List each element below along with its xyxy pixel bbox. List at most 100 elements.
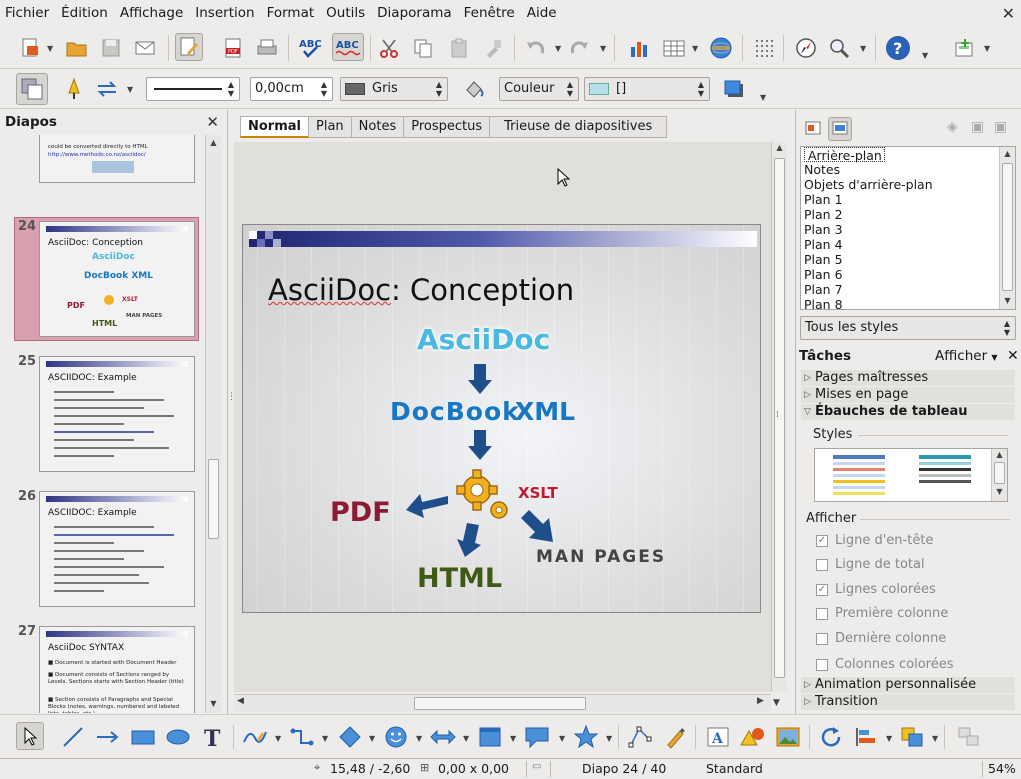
style-item[interactable]: Notes: [801, 162, 1015, 177]
tasks-view-menu[interactable]: Afficher ▼: [935, 348, 998, 364]
basic-shapes-icon[interactable]: [336, 723, 364, 751]
checkbox-checked[interactable]: ✓: [816, 534, 828, 547]
table-icon[interactable]: [660, 34, 688, 62]
scrollbar-thumb[interactable]: [1002, 163, 1013, 291]
curve-tool-icon[interactable]: [241, 723, 269, 751]
line-width-field[interactable]: 0,00cm ▲ ▼: [250, 77, 333, 101]
symbol-dropdown-icon[interactable]: ▼: [416, 734, 422, 743]
slide-thumbnail-partial[interactable]: could be converted directly to HTML http…: [39, 135, 195, 183]
autospellcheck-icon[interactable]: ABC: [332, 33, 364, 61]
section-table-design[interactable]: ▽ Ébauches de tableau: [801, 404, 1015, 420]
new-slide-icon[interactable]: [950, 34, 978, 62]
cut-icon[interactable]: [375, 34, 403, 62]
table-styles-scrollbar[interactable]: ▲ ▼: [991, 449, 1007, 501]
close-icon[interactable]: ✕: [206, 113, 219, 131]
scroll-down-icon[interactable]: ▼: [773, 698, 780, 708]
checkbox-unchecked[interactable]: [816, 607, 828, 620]
paste-icon[interactable]: [445, 34, 473, 62]
section-custom-animation[interactable]: ▷ Animation personnalisée: [801, 677, 1015, 693]
arrange-dropdown-icon[interactable]: ▼: [932, 734, 938, 743]
line-color-select[interactable]: Gris ▲ ▼: [340, 77, 448, 101]
checkbox-header-row[interactable]: ✓ Ligne d'en-tête: [816, 533, 933, 548]
checkbox-first-column[interactable]: Première colonne: [816, 606, 948, 621]
scroll-up-icon[interactable]: ▲: [994, 450, 1005, 459]
style-item[interactable]: Plan 7: [801, 282, 1015, 297]
insert-image-icon[interactable]: [774, 723, 802, 751]
line-arrow-warning-icon[interactable]: [60, 75, 88, 103]
style-item[interactable]: Plan 6: [801, 267, 1015, 282]
new-slide-dropdown-icon[interactable]: ▼: [984, 44, 990, 53]
arrows-dropdown-icon[interactable]: ▼: [463, 734, 469, 743]
clone-formatting-icon[interactable]: [479, 34, 507, 62]
edit-hscrollbar[interactable]: ◀ ▶: [234, 694, 771, 712]
stars-icon[interactable]: [572, 723, 600, 751]
line-style-select[interactable]: ▲ ▼: [146, 77, 240, 101]
tab-slide-sorter[interactable]: Trieuse de diapositives: [490, 116, 668, 138]
fill-value-select[interactable]: [] ▲ ▼: [584, 77, 710, 101]
presentation-styles-icon[interactable]: [804, 119, 824, 139]
glue-points-icon[interactable]: [661, 723, 689, 751]
callout-dropdown-icon[interactable]: ▼: [559, 734, 565, 743]
toolbar-overflow-icon[interactable]: ▼: [922, 51, 928, 60]
edit-vscrollbar[interactable]: ▲: [771, 142, 787, 692]
zoom-level[interactable]: 54%: [988, 761, 1016, 776]
block-arrows-icon[interactable]: [429, 723, 457, 751]
menu-fenetre[interactable]: Fenêtre: [458, 0, 521, 27]
table-dropdown-icon[interactable]: ▼: [692, 44, 698, 53]
rectangle-tool-icon[interactable]: [129, 723, 157, 751]
section-master-pages[interactable]: ▷ Pages maîtresses: [801, 370, 1015, 386]
checkbox-unchecked[interactable]: [816, 558, 828, 571]
scroll-down-icon[interactable]: ▼: [208, 699, 219, 708]
menu-diaporama[interactable]: Diaporama: [371, 0, 458, 27]
shadow-icon[interactable]: [720, 75, 748, 103]
menu-aide[interactable]: Aide: [521, 0, 563, 27]
alignment-dropdown-icon[interactable]: ▼: [886, 734, 892, 743]
update-style-icon[interactable]: ▣: [994, 119, 1007, 135]
flowchart-dropdown-icon[interactable]: ▼: [510, 734, 516, 743]
zoom-dropdown-icon[interactable]: ▼: [860, 44, 866, 53]
style-item[interactable]: Plan 5: [801, 252, 1015, 267]
edit-file-icon[interactable]: [175, 33, 203, 61]
scroll-down-icon[interactable]: ▼: [994, 487, 1005, 496]
undo-dropdown-icon[interactable]: ▼: [555, 44, 561, 53]
stars-dropdown-icon[interactable]: ▼: [606, 734, 612, 743]
alignment-icon[interactable]: [852, 723, 880, 751]
slide-thumbnail-27[interactable]: AsciiDoc SYNTAX ■ Document is started wi…: [39, 626, 195, 713]
grid-display-icon[interactable]: [750, 34, 778, 62]
group-objects-icon[interactable]: [955, 723, 983, 751]
navigator-compass-icon[interactable]: [792, 34, 820, 62]
line-tool-icon[interactable]: [59, 723, 87, 751]
splitter-handle-icon[interactable]: ⋮: [227, 392, 236, 402]
flowchart-icon[interactable]: [476, 723, 504, 751]
toolbar-overflow-icon[interactable]: ▼: [760, 93, 766, 102]
current-slide[interactable]: AsciiDoc: Conception AsciiDoc DocBook XM…: [242, 224, 761, 613]
fill-type-select[interactable]: Couleur ▲ ▼: [499, 77, 579, 101]
scrollbar-thumb[interactable]: [414, 697, 586, 710]
undo-icon[interactable]: [521, 34, 549, 62]
export-pdf-icon[interactable]: PDF: [219, 34, 247, 62]
checkbox-unchecked[interactable]: [816, 658, 828, 671]
chart-icon[interactable]: [626, 34, 654, 62]
redo-icon[interactable]: [566, 34, 594, 62]
fontwork-icon[interactable]: A: [704, 723, 732, 751]
fill-format-mode-icon[interactable]: ◈: [947, 119, 958, 135]
email-icon[interactable]: [131, 34, 159, 62]
checkbox-total-row[interactable]: Ligne de total: [816, 557, 925, 572]
tab-notes[interactable]: Notes: [351, 116, 405, 138]
open-folder-icon[interactable]: [63, 34, 91, 62]
menu-affichage[interactable]: Affichage: [114, 0, 189, 27]
style-item[interactable]: Arrière-plan: [804, 147, 885, 163]
menu-insertion[interactable]: Insertion: [189, 0, 260, 27]
styles-list[interactable]: Arrière-plan Notes Objets d'arrière-plan…: [800, 146, 1016, 310]
symbol-shapes-icon[interactable]: [382, 723, 410, 751]
help-icon[interactable]: ?: [884, 34, 912, 62]
ellipse-tool-icon[interactable]: [164, 723, 192, 751]
area-fill-icon[interactable]: [460, 75, 488, 103]
splitter-handle-icon[interactable]: ⁞: [776, 410, 779, 420]
tab-plan[interactable]: Plan: [309, 116, 352, 138]
tab-prospectus[interactable]: Prospectus: [404, 116, 491, 138]
connector-dropdown-icon[interactable]: ▼: [322, 734, 328, 743]
select-pointer-icon[interactable]: [16, 722, 44, 750]
styles-formatting-icon[interactable]: [16, 73, 48, 105]
slide-title[interactable]: AsciiDoc: Conception: [268, 273, 574, 307]
